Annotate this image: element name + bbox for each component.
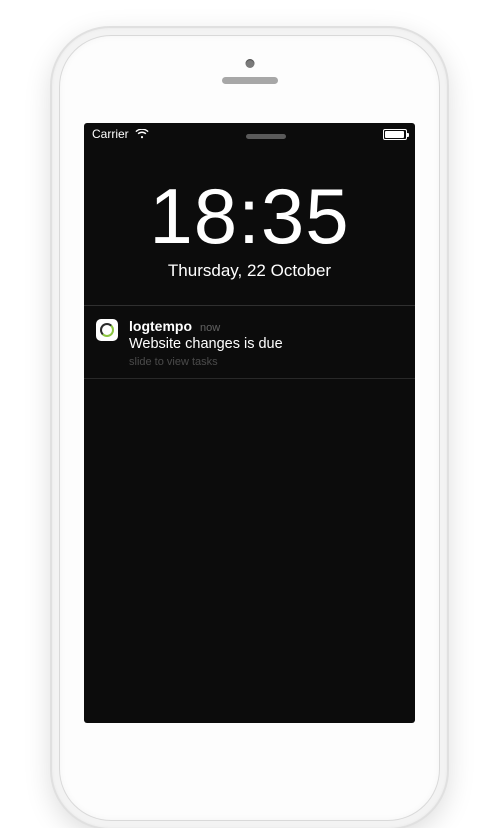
phone-frame: Carrier 18:35 T bbox=[52, 28, 447, 828]
front-camera bbox=[245, 59, 254, 68]
phone-bezel: Carrier 18:35 T bbox=[59, 35, 440, 821]
date-label: Thursday, 22 October bbox=[84, 261, 415, 281]
status-bar: Carrier bbox=[84, 123, 415, 145]
phone-speaker bbox=[222, 77, 278, 84]
notification-body: Website changes is due bbox=[129, 336, 403, 352]
wifi-icon bbox=[135, 129, 149, 139]
notification-hint: slide to view tasks bbox=[129, 356, 403, 368]
carrier-label: Carrier bbox=[92, 127, 129, 141]
grabber-handle[interactable] bbox=[246, 134, 286, 139]
app-icon bbox=[96, 319, 118, 341]
time-label: 18:35 bbox=[84, 177, 415, 255]
lockscreen-clock: 18:35 Thursday, 22 October bbox=[84, 177, 415, 281]
notification-time-label: now bbox=[200, 322, 220, 334]
phone-screen: Carrier 18:35 T bbox=[84, 123, 415, 723]
battery-icon bbox=[383, 129, 407, 140]
app-name-label: logtempo bbox=[129, 318, 192, 334]
notification-card[interactable]: logtempo now Website changes is due slid… bbox=[84, 306, 415, 379]
